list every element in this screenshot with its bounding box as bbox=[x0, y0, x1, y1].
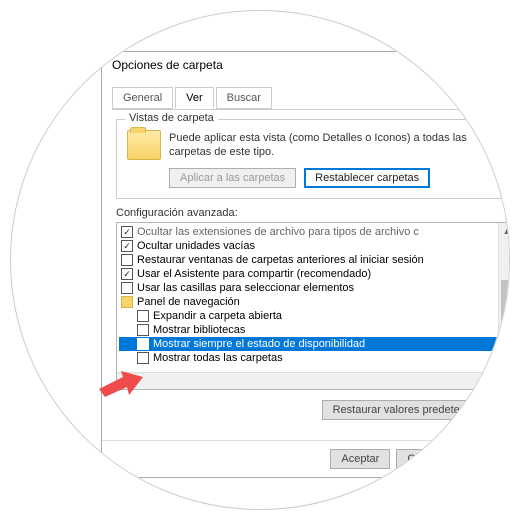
checkbox[interactable] bbox=[121, 240, 133, 252]
checkbox[interactable] bbox=[121, 268, 133, 280]
scroll-right-icon[interactable]: ► bbox=[481, 373, 498, 390]
apply-button[interactable]: Aplicar bbox=[468, 449, 510, 469]
reset-folders-button[interactable]: Restablecer carpetas bbox=[304, 168, 430, 188]
advanced-settings-label: Configuración avanzada: bbox=[116, 207, 510, 219]
checkbox[interactable] bbox=[137, 310, 149, 322]
restore-defaults-button[interactable]: Restaurar valores predeterminados bbox=[322, 400, 510, 420]
scroll-left-icon[interactable]: ◄ bbox=[117, 373, 134, 390]
advanced-settings-list[interactable]: Ocultar las extensiones de archivo para … bbox=[116, 222, 510, 390]
tab-strip: General Ver Buscar bbox=[112, 87, 510, 110]
scroll-down-icon[interactable]: ▼ bbox=[499, 355, 510, 372]
checkbox[interactable] bbox=[121, 282, 133, 294]
ok-button[interactable]: Aceptar bbox=[330, 449, 390, 469]
nav-panel-label: Panel de navegación bbox=[137, 296, 240, 308]
list-item-label: Usar las casillas para seleccionar eleme… bbox=[137, 282, 354, 294]
list-item-label: Mostrar bibliotecas bbox=[153, 324, 245, 336]
list-item[interactable]: Mostrar todas las carpetas bbox=[119, 351, 510, 365]
folder-options-dialog: Opciones de carpeta General Ver Buscar V… bbox=[101, 51, 510, 478]
list-item-label: Mostrar todas las carpetas bbox=[153, 352, 283, 364]
folder-views-text: Puede aplicar esta vista (como Detalles … bbox=[169, 131, 505, 160]
apply-to-folders-button: Aplicar a las carpetas bbox=[169, 168, 296, 188]
list-item-label: Expandir a carpeta abierta bbox=[153, 310, 282, 322]
list-item-label: Ocultar las extensiones de archivo para … bbox=[137, 226, 419, 238]
list-item[interactable]: Expandir a carpeta abierta bbox=[119, 309, 510, 323]
list-item-label: Restaurar ventanas de carpetas anteriore… bbox=[137, 254, 424, 266]
tab-ver[interactable]: Ver bbox=[175, 87, 214, 109]
folder-views-group: Vistas de carpeta Puede aplicar esta vis… bbox=[116, 119, 510, 199]
scroll-thumb[interactable] bbox=[501, 280, 510, 350]
list-item[interactable]: Restaurar ventanas de carpetas anteriore… bbox=[119, 253, 510, 267]
checkbox[interactable] bbox=[137, 352, 149, 364]
checkbox[interactable] bbox=[121, 226, 133, 238]
folder-icon bbox=[127, 130, 161, 160]
checkbox[interactable] bbox=[137, 324, 149, 336]
list-item-label: Mostrar siempre el estado de disponibili… bbox=[153, 338, 365, 350]
scroll-up-icon[interactable]: ▲ bbox=[499, 223, 510, 240]
nav-panel-header: Panel de navegación bbox=[119, 295, 510, 309]
list-item[interactable]: Usar el Asistente para compartir (recome… bbox=[119, 267, 510, 281]
horizontal-scrollbar[interactable]: ◄ ► bbox=[117, 372, 510, 389]
list-item[interactable]: Ocultar unidades vacías bbox=[119, 239, 510, 253]
list-item[interactable]: Ocultar las extensiones de archivo para … bbox=[119, 225, 510, 239]
vertical-scrollbar[interactable]: ▲ ▼ bbox=[498, 223, 510, 372]
nav-panel-icon bbox=[121, 296, 133, 308]
list-item[interactable]: Mostrar bibliotecas bbox=[119, 323, 510, 337]
list-item[interactable]: Usar las casillas para seleccionar eleme… bbox=[119, 281, 510, 295]
list-item[interactable]: Mostrar siempre el estado de disponibili… bbox=[119, 337, 510, 351]
tab-general[interactable]: General bbox=[112, 87, 173, 109]
window-title: Opciones de carpeta bbox=[102, 52, 510, 78]
dialog-buttons: Aceptar Cancelar Aplicar bbox=[102, 440, 510, 477]
folder-views-title: Vistas de carpeta bbox=[125, 112, 218, 124]
checkbox[interactable] bbox=[121, 254, 133, 266]
list-item-label: Usar el Asistente para compartir (recome… bbox=[137, 268, 371, 280]
list-item-label: Ocultar unidades vacías bbox=[137, 240, 255, 252]
tab-buscar[interactable]: Buscar bbox=[216, 87, 272, 109]
checkbox[interactable] bbox=[137, 338, 149, 350]
cancel-button[interactable]: Cancelar bbox=[396, 449, 462, 469]
